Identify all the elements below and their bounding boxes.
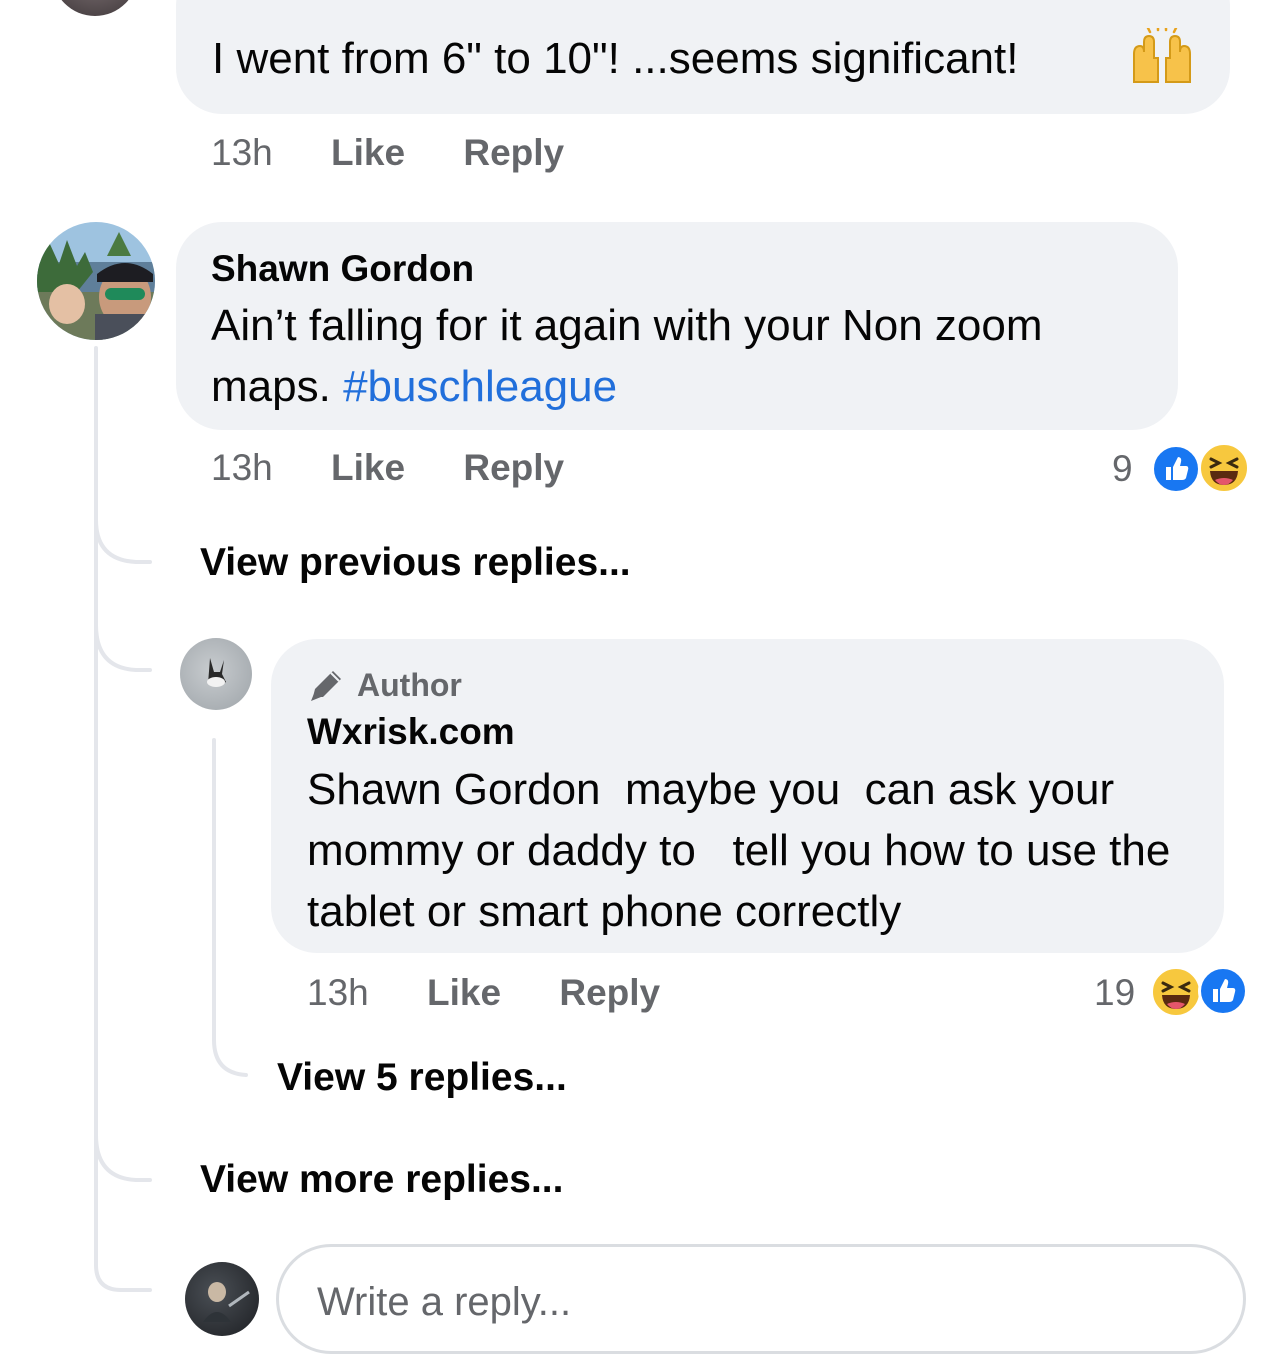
pencil-icon (307, 665, 347, 705)
current-user-avatar (185, 1262, 259, 1336)
like-button[interactable]: Like (427, 972, 501, 1014)
reaction-count[interactable]: 19 (1094, 972, 1135, 1014)
haha-reaction-icon (1150, 966, 1202, 1018)
comment-actions: 13h Like Reply (211, 132, 564, 174)
view-replies-link[interactable]: View 5 replies... (277, 1056, 567, 1100)
comment-actions: 13h Like Reply (307, 972, 660, 1014)
avatar[interactable] (180, 638, 252, 710)
comment-text-body: Ain’t falling for it again with your Non… (211, 301, 1043, 411)
like-reaction-icon (1198, 966, 1248, 1016)
hashtag-link[interactable]: #buschleague (343, 362, 617, 411)
like-button[interactable]: Like (331, 132, 405, 174)
like-reaction-icon (1151, 444, 1201, 494)
view-more-replies-link[interactable]: View more replies... (200, 1158, 563, 1202)
comment-text: Ain’t falling for it again with your Non… (211, 295, 1161, 417)
comment-actions: 13h Like Reply (211, 447, 564, 489)
like-button[interactable]: Like (331, 447, 405, 489)
timestamp: 13h (307, 972, 369, 1013)
author-name[interactable]: Wxrisk.com (307, 711, 515, 753)
comment-text: Shawn Gordon maybe you can ask your momm… (307, 765, 1195, 936)
avatar[interactable] (37, 222, 155, 340)
comment-bubble: Author Wxrisk.com Shawn Gordon maybe you… (271, 639, 1224, 953)
timestamp: 13h (211, 132, 273, 173)
timestamp: 13h (211, 447, 273, 488)
comment-bubble: Shawn Gordon Ain’t falling for it again … (176, 222, 1178, 430)
comment-bubble: I went from 6" to 10"! ...seems signific… (176, 0, 1230, 114)
reply-input[interactable] (276, 1244, 1246, 1354)
view-previous-replies-link[interactable]: View previous replies... (200, 541, 631, 585)
reply-button[interactable]: Reply (559, 972, 660, 1014)
haha-reaction-icon (1198, 442, 1250, 494)
comment-text: I went from 6" to 10"! ...seems signific… (212, 34, 1019, 83)
author-badge-label: Author (357, 667, 462, 703)
author-name[interactable]: Shawn Gordon (211, 248, 474, 290)
raising-hands-icon (1128, 28, 1196, 90)
reply-input-field[interactable] (315, 1273, 1199, 1331)
reaction-count[interactable]: 9 (1112, 448, 1133, 490)
reply-button[interactable]: Reply (463, 132, 564, 174)
reply-button[interactable]: Reply (463, 447, 564, 489)
